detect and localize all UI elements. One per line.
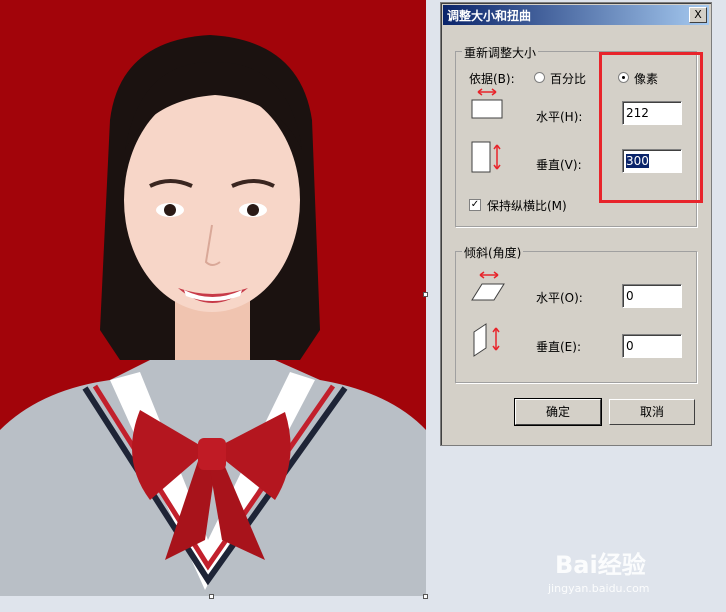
keep-ratio-checkbox[interactable]: ✓ <box>469 199 481 211</box>
skew-horizontal-value: 0 <box>626 289 634 303</box>
dialog-title: 调整大小和扭曲 <box>447 9 532 23</box>
close-button[interactable]: X <box>689 7 707 23</box>
skew-horizontal-input[interactable]: 0 <box>622 284 682 308</box>
skew-legend: 倾斜(角度) <box>462 244 524 261</box>
cancel-button[interactable]: 取消 <box>609 399 695 425</box>
baidu-watermark-url: jingyan.baidu.com <box>548 582 650 595</box>
skew-vertical-input[interactable]: 0 <box>622 334 682 358</box>
dialog-titlebar[interactable]: 调整大小和扭曲 X <box>443 5 709 25</box>
skew-vertical-value: 0 <box>626 339 634 353</box>
percent-label[interactable]: 百分比 <box>550 70 586 87</box>
baidu-watermark: Bai经验 <box>555 551 646 579</box>
ok-button[interactable]: 确定 <box>514 398 602 426</box>
vertical-label: 垂直(V): <box>536 158 582 172</box>
horizontal-resize-icon <box>470 86 504 120</box>
vertical-resize-icon <box>470 140 504 176</box>
resize-legend: 重新调整大小 <box>462 44 539 61</box>
resize-handle-corner[interactable] <box>423 594 428 599</box>
resize-handle-right[interactable] <box>423 292 428 297</box>
keep-ratio-label[interactable]: 保持纵横比(M) <box>487 197 567 214</box>
skew-vertical-label: 垂直(E): <box>536 340 581 354</box>
skew-horizontal-label: 水平(O): <box>536 291 583 305</box>
highlight-box <box>599 52 703 203</box>
percent-radio[interactable] <box>534 72 545 83</box>
horizontal-skew-icon <box>470 270 506 304</box>
by-label: 依据(B): <box>469 72 515 86</box>
horizontal-label: 水平(H): <box>536 110 583 124</box>
resize-handle-bottom[interactable] <box>209 594 214 599</box>
vertical-skew-icon <box>472 322 506 358</box>
portrait-photo <box>0 0 426 596</box>
skew-group: 倾斜(角度) 水平(O): 0 垂直(E): 0 <box>455 244 697 383</box>
